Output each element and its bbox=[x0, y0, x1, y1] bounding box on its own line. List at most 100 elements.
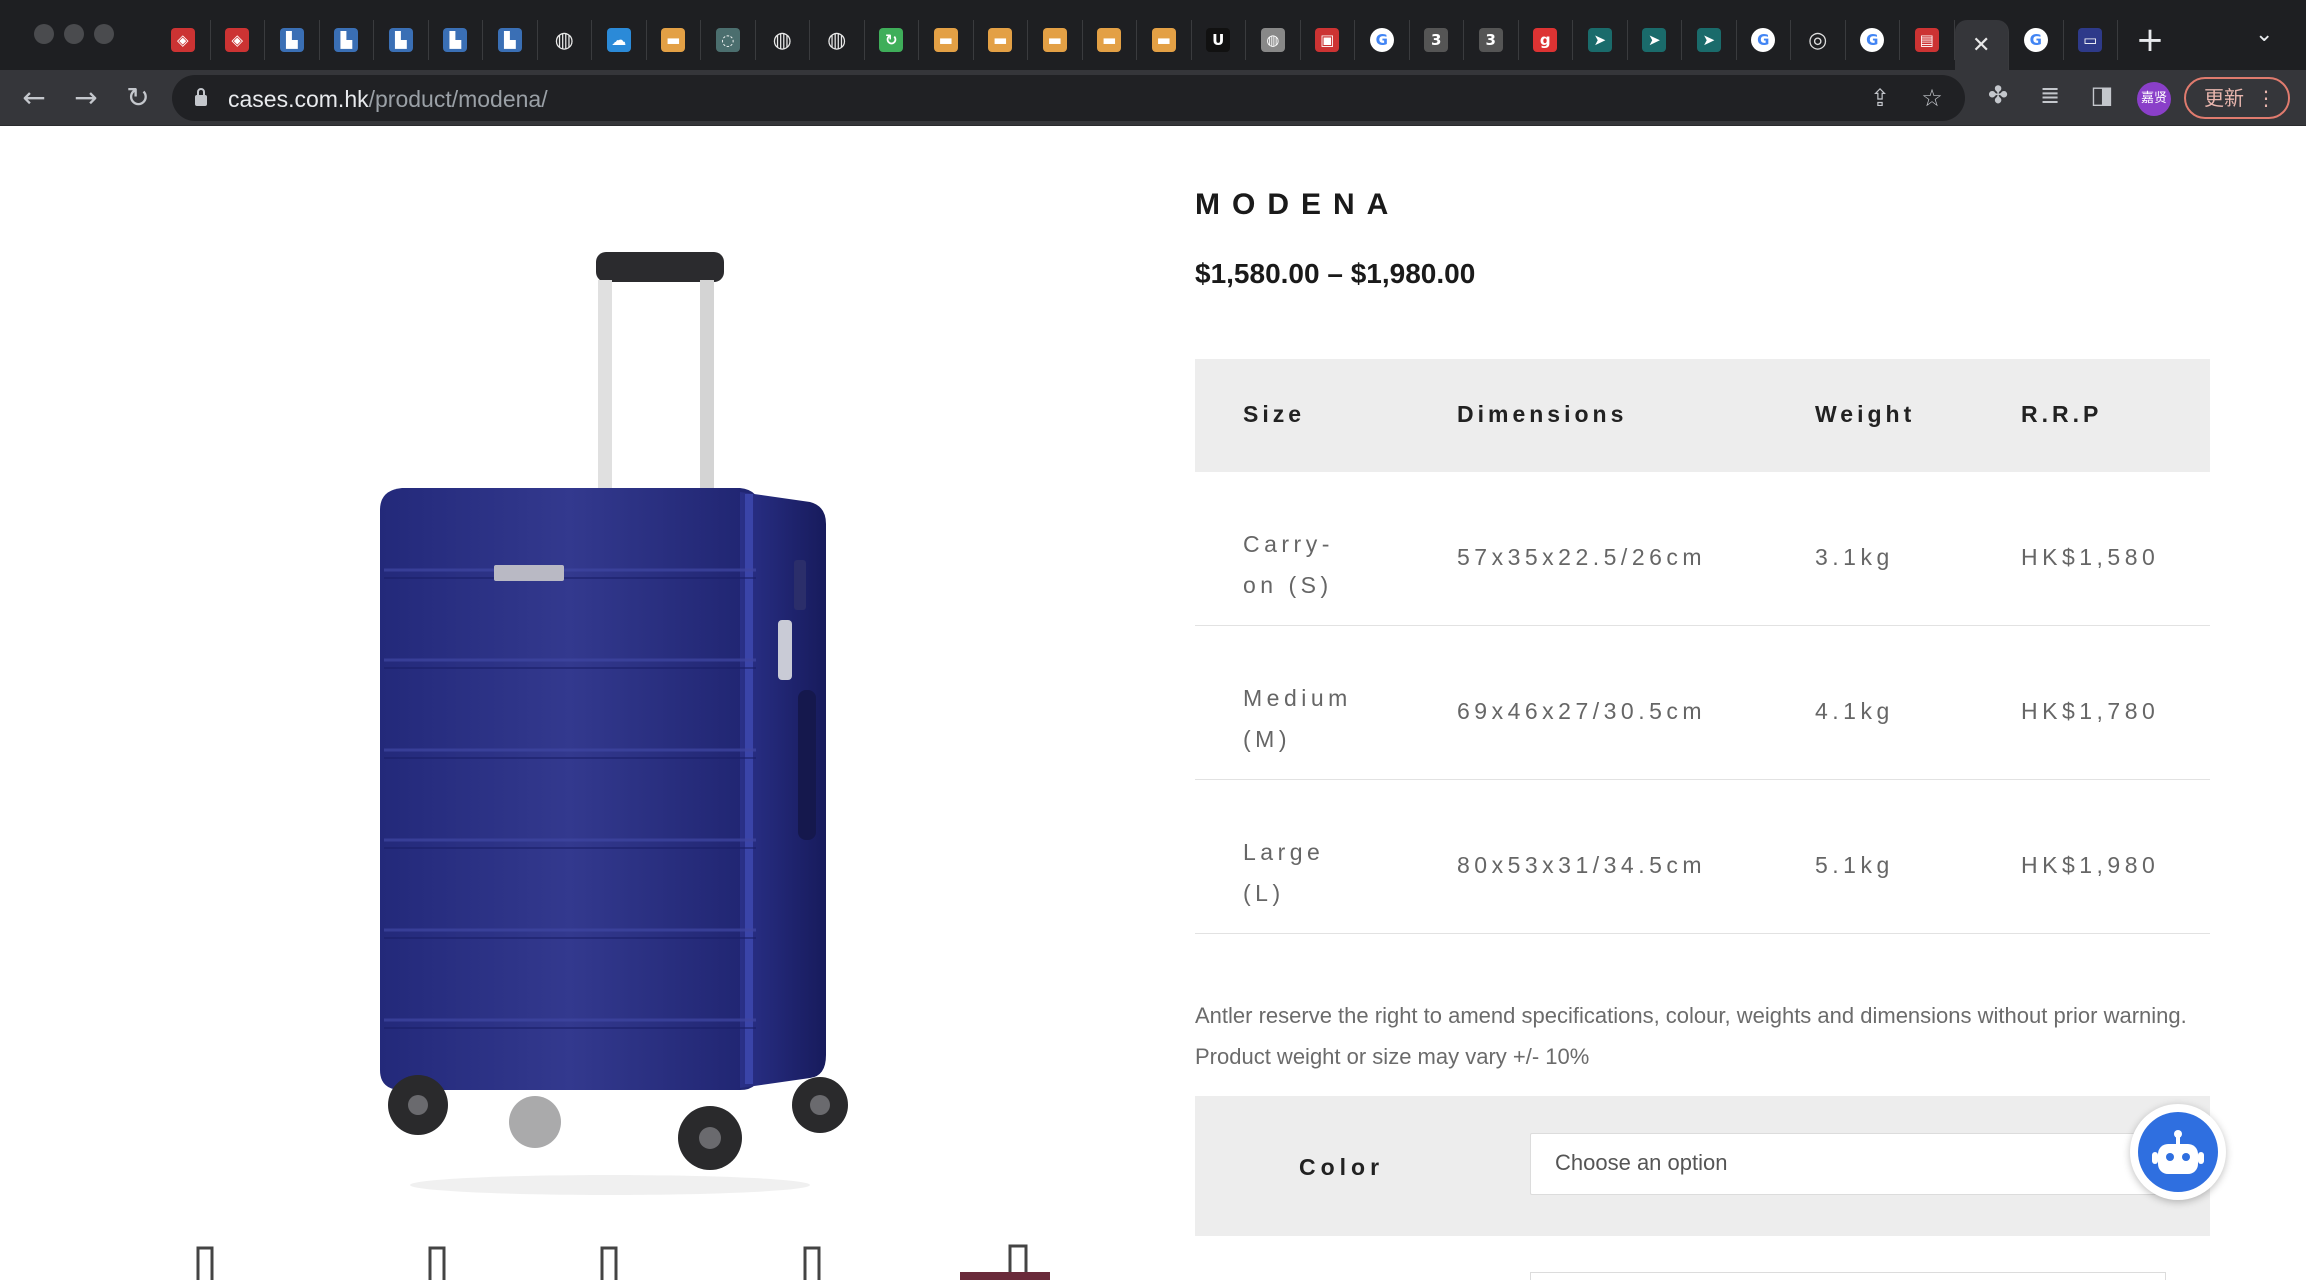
chatbot-button[interactable] bbox=[2130, 1104, 2226, 1200]
browser-tab[interactable]: g bbox=[1519, 20, 1573, 60]
browser-tab[interactable]: ➤ bbox=[1628, 20, 1682, 60]
size-line2: on (S) bbox=[1243, 572, 1333, 598]
blue-tile-icon: ▙ bbox=[497, 28, 522, 52]
browser-tab[interactable]: ◈ bbox=[156, 20, 211, 60]
lock-icon bbox=[195, 88, 207, 106]
ucl-icon: ▬ bbox=[988, 28, 1013, 52]
rrp-cell: HK$1,580 bbox=[2021, 544, 2160, 570]
blue-tile-icon: ▙ bbox=[443, 28, 468, 52]
chrome-icon: ◎ bbox=[1808, 27, 1828, 53]
extensions-puzzle-icon[interactable]: ✤ bbox=[1983, 80, 2013, 110]
browser-tab[interactable]: ▣ bbox=[1301, 20, 1355, 60]
product-title: MODENA bbox=[1195, 188, 1401, 221]
color-label-cell: Color bbox=[1195, 1096, 1480, 1236]
back-arrow-icon[interactable]: ← bbox=[14, 78, 54, 118]
browser-tab[interactable]: 3 bbox=[1464, 20, 1519, 60]
forward-arrow-icon[interactable]: → bbox=[66, 78, 106, 118]
tab-list: ◈ ◈ ▙ ▙ ▙ ▙ ▙ ◍ ☁ ▬ ◌ ◍ ◍ ↻ ▬ ▬ ▬ ▬ ▬ U ◍ ▣ G 3 3 g ➤ ➤ ➤ G ◎ G ▤ ✕ G ▭ bbox=[156, 20, 2118, 70]
size-select[interactable] bbox=[1530, 1272, 2166, 1280]
browser-tab[interactable]: ▬ bbox=[1028, 20, 1083, 60]
browser-tab[interactable]: ➤ bbox=[1573, 20, 1628, 60]
close-icon[interactable]: ✕ bbox=[1969, 33, 1993, 58]
color-label: Color bbox=[1299, 1154, 1385, 1180]
browser-tab[interactable]: ▙ bbox=[483, 20, 538, 60]
bookmark-star-icon[interactable]: ☆ bbox=[1917, 83, 1947, 113]
url-text[interactable]: cases.com.hk/product/modena/ bbox=[228, 86, 548, 113]
google-icon: G bbox=[2023, 28, 2048, 52]
color-variation-row: Color Choose an option bbox=[1195, 1096, 2210, 1236]
green-refresh-icon: ↻ bbox=[879, 28, 904, 52]
browser-tab[interactable]: ◍ bbox=[1246, 20, 1301, 60]
window-minimize-dot[interactable] bbox=[64, 24, 84, 44]
browser-tab[interactable]: ▙ bbox=[265, 20, 320, 60]
google-icon: G bbox=[1751, 28, 1776, 52]
red-box-icon: ▣ bbox=[1315, 28, 1340, 52]
browser-tab[interactable]: G bbox=[1846, 20, 1900, 60]
browser-tab[interactable]: ◎ bbox=[1791, 20, 1846, 60]
three-icon: 3 bbox=[1424, 28, 1449, 52]
browser-tabstrip: ◈ ◈ ▙ ▙ ▙ ▙ ▙ ◍ ☁ ▬ ◌ ◍ ◍ ↻ ▬ ▬ ▬ ▬ ▬ U ◍ ▣ G 3 3 g ➤ ➤ ➤ G ◎ G ▤ ✕ G ▭ + ⌄ bbox=[0, 0, 2306, 70]
size-cell: Medium (M) bbox=[1243, 678, 1373, 760]
share-icon[interactable]: ⇪ bbox=[1865, 83, 1895, 113]
browser-tab[interactable]: ▤ bbox=[1900, 20, 1955, 60]
red-doc-icon: ▤ bbox=[1914, 28, 1939, 52]
browser-tab[interactable]: U bbox=[1192, 20, 1246, 60]
weight-cell: 4.1kg bbox=[1815, 698, 1894, 724]
browser-tab[interactable]: ▬ bbox=[647, 20, 701, 60]
browser-tab[interactable]: G bbox=[2009, 20, 2064, 60]
new-tab-button[interactable]: + bbox=[2130, 20, 2170, 60]
browser-tab[interactable]: ◈ bbox=[211, 20, 265, 60]
browser-tab[interactable]: ↻ bbox=[865, 20, 919, 60]
profile-avatar[interactable]: 嘉贤 bbox=[2137, 82, 2171, 116]
browser-tab[interactable]: ▭ bbox=[2064, 20, 2118, 60]
browser-tab[interactable]: 3 bbox=[1410, 20, 1464, 60]
header-dimensions: Dimensions bbox=[1457, 401, 1628, 427]
ucl-icon: ▬ bbox=[1151, 28, 1176, 52]
reading-list-icon[interactable]: ≣ bbox=[2035, 80, 2065, 110]
product-image-suitcase[interactable] bbox=[360, 240, 880, 1200]
gray-globe-icon: ◍ bbox=[1260, 28, 1285, 52]
browser-tab[interactable]: ▙ bbox=[320, 20, 374, 60]
browser-tab[interactable]: ◍ bbox=[538, 20, 592, 60]
color-select[interactable]: Choose an option bbox=[1530, 1133, 2170, 1195]
header-rrp: R.R.P bbox=[2021, 401, 2103, 427]
address-bar[interactable]: cases.com.hk/product/modena/ ⇪ ☆ bbox=[172, 75, 1965, 121]
ucl-icon: ▬ bbox=[1097, 28, 1122, 52]
spec-disclaimer: Antler reserve the right to amend specif… bbox=[1195, 1003, 2187, 1069]
google-icon: G bbox=[1860, 28, 1885, 52]
browser-tab[interactable]: ▬ bbox=[1137, 20, 1192, 60]
tab-search-chevron-icon[interactable]: ⌄ bbox=[2255, 22, 2273, 47]
header-size: Size bbox=[1243, 401, 1306, 427]
browser-tab[interactable]: ▬ bbox=[1083, 20, 1137, 60]
dimensions-cell: 69x46x27/30.5cm bbox=[1457, 698, 1707, 724]
teal-arrow-icon: ➤ bbox=[1642, 28, 1667, 52]
ucl-icon: ▬ bbox=[661, 28, 686, 52]
browser-tab[interactable]: ▙ bbox=[374, 20, 429, 60]
reload-icon[interactable]: ↻ bbox=[118, 78, 158, 118]
browser-tab[interactable]: ➤ bbox=[1682, 20, 1737, 60]
window-close-dot[interactable] bbox=[34, 24, 54, 44]
url-host: cases.com.hk bbox=[228, 86, 369, 112]
browser-tab[interactable]: ▬ bbox=[919, 20, 974, 60]
dimensions-cell: 80x53x31/34.5cm bbox=[1457, 852, 1707, 878]
browser-tab[interactable]: G bbox=[1737, 20, 1791, 60]
browser-tab[interactable]: ◍ bbox=[756, 20, 810, 60]
blue-tile-icon: ▙ bbox=[388, 28, 413, 52]
browser-tab[interactable]: ▬ bbox=[974, 20, 1028, 60]
window-zoom-dot[interactable] bbox=[94, 24, 114, 44]
size-line2: (L) bbox=[1243, 880, 1285, 906]
teal-arrow-icon: ➤ bbox=[1587, 28, 1612, 52]
browser-tab[interactable]: ◌ bbox=[701, 20, 756, 60]
browser-tab[interactable]: ☁ bbox=[592, 20, 647, 60]
browser-tab[interactable]: G bbox=[1355, 20, 1410, 60]
side-panel-icon[interactable]: ◨ bbox=[2087, 80, 2117, 110]
product-thumbnails[interactable] bbox=[140, 1240, 1100, 1280]
tab-active[interactable]: ✕ bbox=[1954, 20, 2009, 70]
update-button[interactable]: 更新 ⋮ bbox=[2184, 77, 2290, 119]
google-icon: G bbox=[1369, 28, 1394, 52]
blue-tile-icon: ▙ bbox=[334, 28, 359, 52]
browser-tab[interactable]: ◍ bbox=[810, 20, 865, 60]
browser-tab[interactable]: ▙ bbox=[429, 20, 483, 60]
header-weight: Weight bbox=[1815, 401, 1916, 427]
rrp-cell: HK$1,980 bbox=[2021, 852, 2160, 878]
